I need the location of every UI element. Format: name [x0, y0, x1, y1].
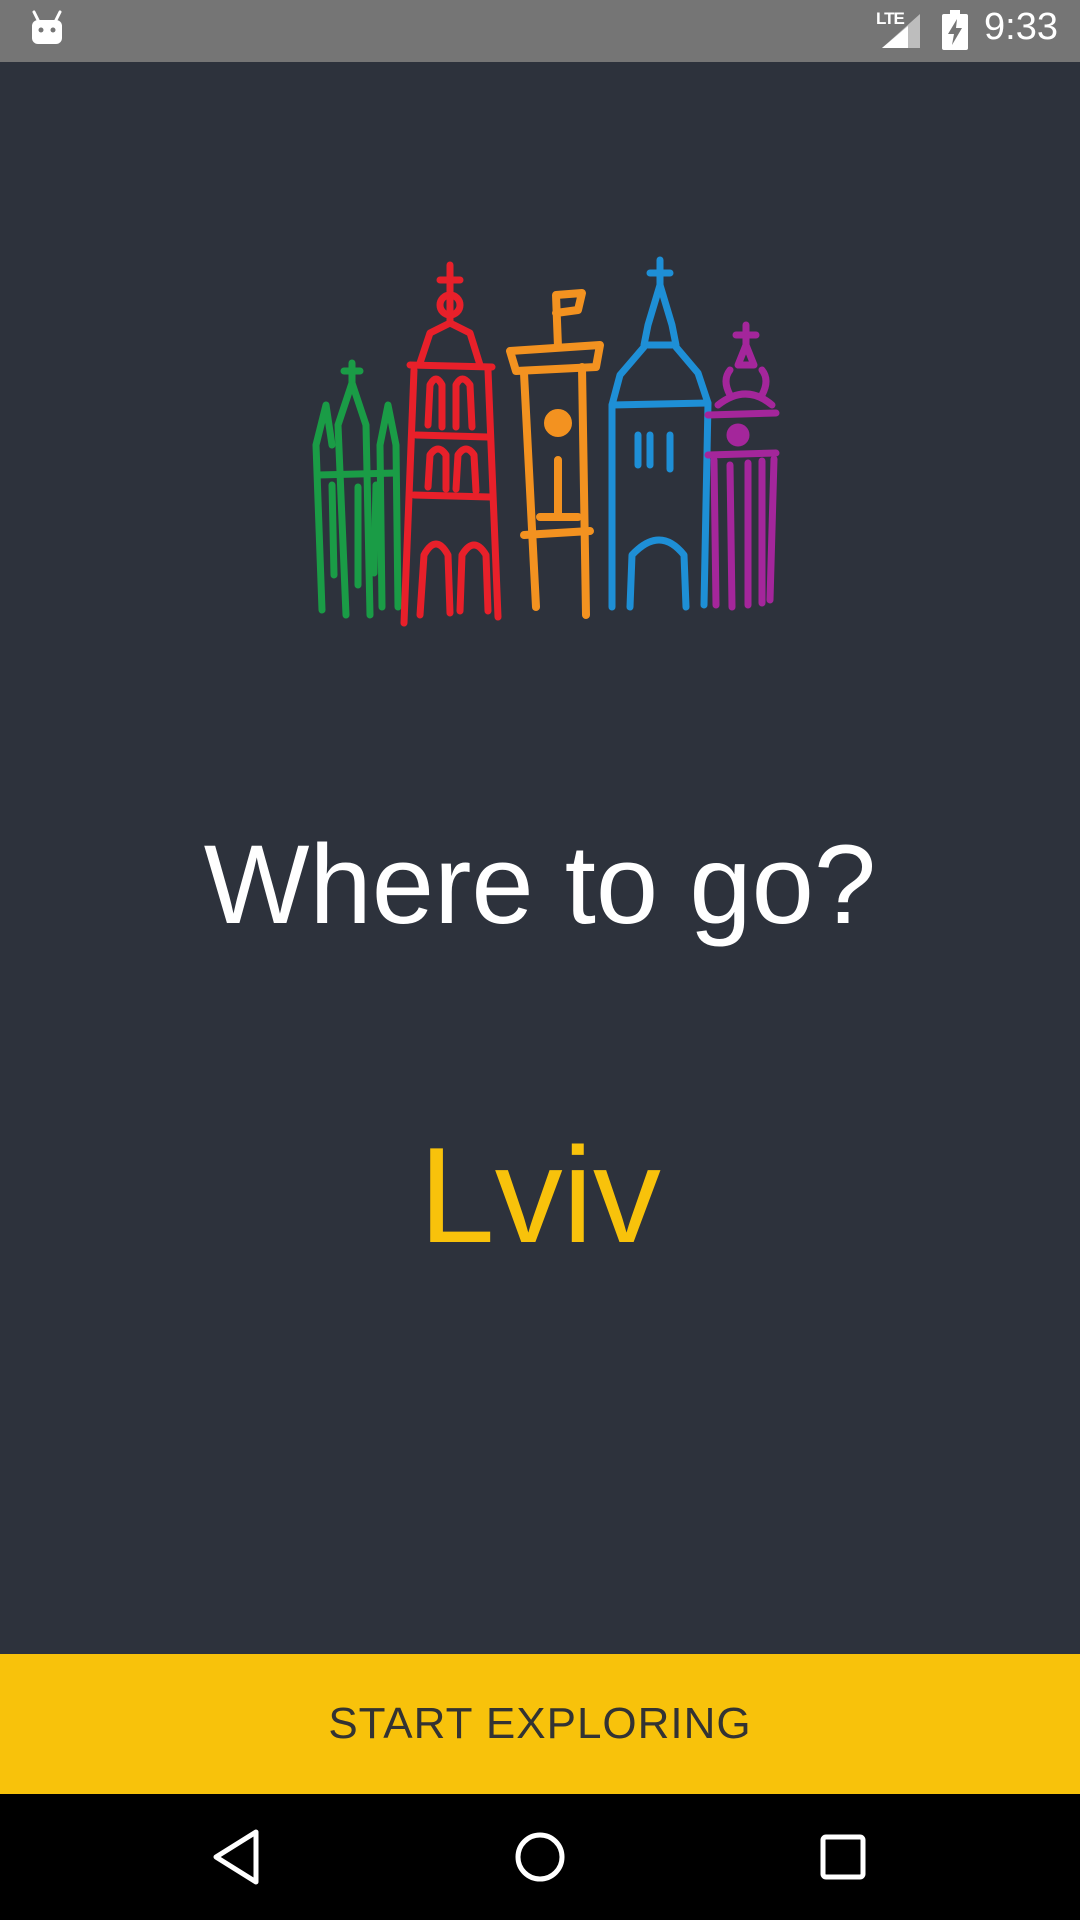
status-clock: 9:33 — [984, 6, 1058, 48]
battery-charging-icon — [942, 10, 968, 50]
recents-button[interactable] — [810, 1824, 876, 1890]
signal-icon — [882, 14, 920, 48]
status-bar: LTE 9:33 — [0, 0, 1080, 62]
home-icon — [515, 1832, 565, 1882]
orange-tower-icon — [506, 289, 604, 619]
purple-tower-icon — [704, 321, 780, 611]
back-button[interactable] — [204, 1824, 270, 1890]
headline: Where to go? — [203, 822, 877, 947]
blue-tower-icon — [608, 256, 712, 611]
android-icon — [32, 10, 62, 44]
lviv-city-towers-logo — [312, 256, 780, 627]
home-button[interactable] — [507, 1824, 573, 1890]
recents-icon — [820, 1834, 866, 1880]
city-name[interactable]: Lviv — [0, 1120, 1080, 1270]
navigation-bar — [0, 1794, 1080, 1920]
start-exploring-button[interactable]: START EXPLORING — [0, 1654, 1080, 1794]
red-tower-icon — [400, 261, 502, 627]
back-icon — [213, 1829, 259, 1885]
start-exploring-label: START EXPLORING — [328, 1699, 752, 1748]
green-tower-icon — [312, 359, 402, 619]
